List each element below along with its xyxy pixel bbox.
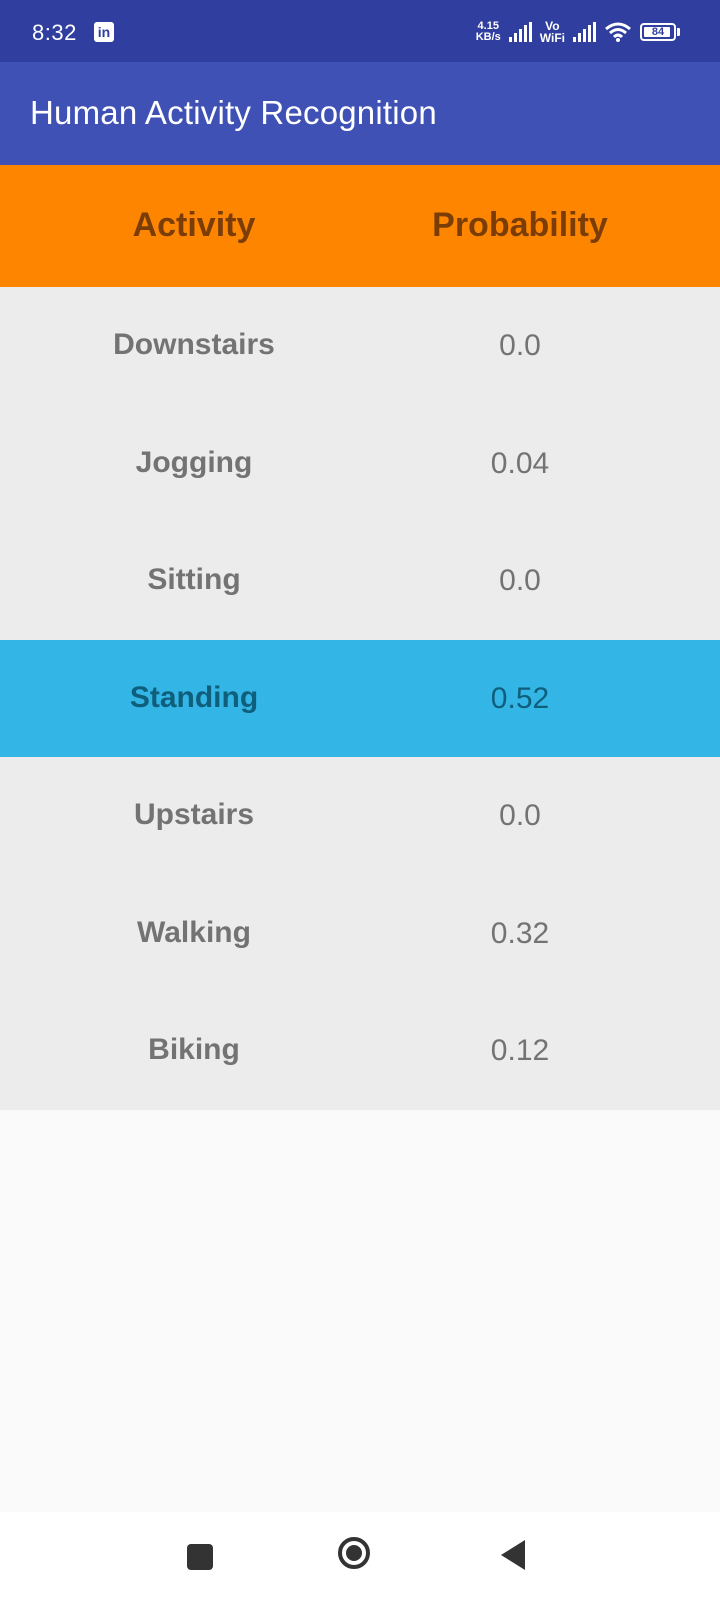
page-title: Human Activity Recognition xyxy=(30,94,437,131)
vowifi-indicator: Vo WiFi xyxy=(540,20,565,44)
network-speed: 4.15 KB/s xyxy=(476,21,501,43)
table-header: Activity Probability xyxy=(0,165,720,287)
table-row: Downstairs 0.0 xyxy=(0,287,720,405)
status-bar: 8:32 in 4.15 KB/s Vo WiFi 84 xyxy=(0,0,720,62)
navigation-bar xyxy=(0,1512,720,1600)
status-time: 8:32 xyxy=(32,20,77,45)
table-row-highlighted: Standing 0.52 xyxy=(0,639,720,757)
cellular-signal-icon xyxy=(508,22,532,42)
activity-probability: 0.32 xyxy=(490,916,550,950)
header-activity: Activity xyxy=(132,206,256,244)
table-row: Upstairs 0.0 xyxy=(0,757,720,875)
table-row: Biking 0.12 xyxy=(0,992,720,1110)
battery-icon: 84 xyxy=(640,23,676,41)
activity-probability: 0.04 xyxy=(490,446,550,480)
activity-name: Standing xyxy=(129,680,259,714)
activity-probability: 0.0 xyxy=(499,799,541,832)
activity-name: Walking xyxy=(137,915,251,949)
activity-name: Downstairs xyxy=(113,328,275,361)
wifi-icon xyxy=(605,22,631,42)
square-recent-apps-icon[interactable] xyxy=(178,1534,222,1578)
linkedin-icon: in xyxy=(94,22,114,42)
activity-table: Downstairs 0.0 Jogging 0.04 Sitting 0.0 … xyxy=(0,287,720,1110)
app-bar: Human Activity Recognition xyxy=(0,62,720,165)
activity-name: Biking xyxy=(148,1033,240,1066)
table-row: Sitting 0.0 xyxy=(0,522,720,640)
activity-name: Upstairs xyxy=(133,798,255,831)
table-row: Walking 0.32 xyxy=(0,874,720,992)
battery-tip xyxy=(677,28,680,36)
network-speed-unit: KB/s xyxy=(475,31,501,43)
triangle-back-icon[interactable] xyxy=(493,1534,537,1578)
header-probability: Probability xyxy=(432,206,608,244)
activity-name: Jogging xyxy=(135,445,253,479)
activity-probability: 0.52 xyxy=(490,681,550,715)
activity-name: Sitting xyxy=(147,563,241,596)
battery-level: 84 xyxy=(651,26,665,38)
status-indicators: 4.15 KB/s Vo WiFi 84 xyxy=(476,16,680,48)
activity-probability: 0.0 xyxy=(499,564,541,597)
table-row: Jogging 0.04 xyxy=(0,404,720,522)
activity-probability: 0.12 xyxy=(490,1034,550,1067)
circle-home-icon[interactable] xyxy=(335,1534,379,1578)
activity-probability: 0.0 xyxy=(499,329,541,362)
cellular-signal-2-icon xyxy=(573,22,596,42)
vowifi-bottom: WiFi xyxy=(539,31,565,45)
